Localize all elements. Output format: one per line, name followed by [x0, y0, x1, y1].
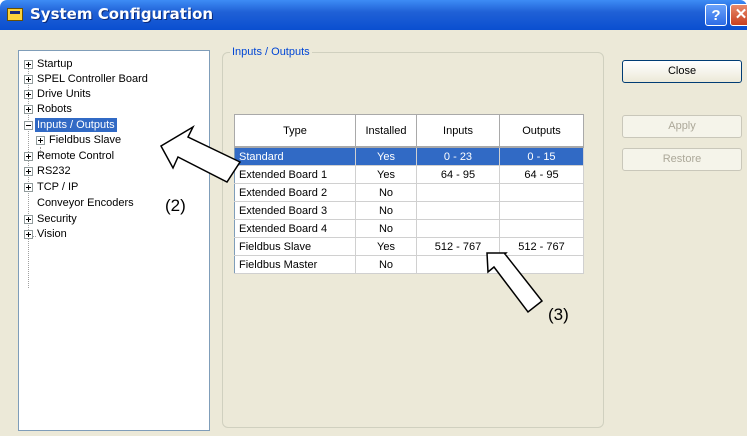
cell-inputs: 64 - 95	[416, 165, 500, 184]
cell-outputs: 64 - 95	[499, 165, 584, 184]
cell-type: Extended Board 4	[234, 219, 356, 238]
cell-installed: No	[355, 219, 417, 238]
tree-item-label: Fieldbus Slave	[49, 134, 122, 146]
cell-installed: No	[355, 201, 417, 220]
cell-type: Standard	[234, 147, 356, 166]
expand-icon[interactable]	[24, 183, 33, 192]
tree-item-label: Startup	[37, 58, 73, 70]
expand-icon[interactable]	[24, 167, 33, 176]
cell-outputs	[499, 219, 584, 238]
cell-installed: No	[355, 183, 417, 202]
expand-icon[interactable]	[24, 90, 33, 99]
tree-item-label: RS232	[37, 165, 71, 177]
cell-installed: Yes	[355, 237, 417, 256]
column-header-outputs[interactable]: Outputs	[499, 114, 584, 148]
callout-arrow-tree	[159, 125, 242, 183]
cell-inputs: 0 - 23	[416, 147, 500, 166]
table-row[interactable]: Extended Board 4 No	[234, 219, 584, 238]
help-button[interactable]: ?	[705, 4, 727, 26]
cell-outputs	[499, 183, 584, 202]
expand-icon[interactable]	[24, 75, 33, 84]
column-header-type[interactable]: Type	[234, 114, 356, 148]
cell-type: Extended Board 1	[234, 165, 356, 184]
group-title: Inputs / Outputs	[230, 46, 312, 58]
cell-inputs	[416, 201, 500, 220]
cell-installed: No	[355, 255, 417, 274]
tree-item-label: Drive Units	[37, 88, 91, 100]
table-header-row: Type Installed Inputs Outputs	[234, 114, 584, 148]
tree-item-label: TCP / IP	[37, 181, 79, 193]
table-row[interactable]: Extended Board 2 No	[234, 183, 584, 202]
cell-outputs: 0 - 15	[499, 147, 584, 166]
tree-item-label: Conveyor Encoders	[37, 197, 134, 209]
expand-icon[interactable]	[24, 215, 33, 224]
tree-item-label: Vision	[37, 228, 67, 240]
tree-item-label: Remote Control	[37, 150, 115, 162]
expand-icon[interactable]	[24, 105, 33, 114]
cell-type: Fieldbus Master	[234, 255, 356, 274]
app-icon	[7, 8, 23, 21]
callout-label-tree: (2)	[165, 196, 186, 215]
collapse-icon[interactable]	[24, 121, 33, 130]
cell-type: Extended Board 2	[234, 183, 356, 202]
window-title: System Configuration	[30, 5, 214, 23]
table-row[interactable]: Extended Board 1 Yes 64 - 95 64 - 95	[234, 165, 584, 184]
window-close-button[interactable]: ✕	[730, 4, 747, 26]
cell-installed: Yes	[355, 165, 417, 184]
expand-icon[interactable]	[36, 136, 45, 145]
cell-installed: Yes	[355, 147, 417, 166]
cell-outputs	[499, 201, 584, 220]
expand-icon[interactable]	[24, 152, 33, 161]
callout-label-table: (3)	[548, 305, 569, 324]
tree-item-label: Robots	[37, 103, 72, 115]
expand-icon[interactable]	[24, 60, 33, 69]
expand-icon[interactable]	[24, 230, 33, 239]
table-row[interactable]: Extended Board 3 No	[234, 201, 584, 220]
column-header-inputs[interactable]: Inputs	[416, 114, 500, 148]
cell-inputs	[416, 183, 500, 202]
table-row[interactable]: Standard Yes 0 - 23 0 - 15	[234, 147, 584, 166]
cell-inputs	[416, 219, 500, 238]
title-bar: System Configuration ? ✕	[0, 0, 747, 30]
column-header-installed[interactable]: Installed	[355, 114, 417, 148]
close-button[interactable]: Close	[622, 60, 742, 83]
tree-item-label: SPEL Controller Board	[37, 73, 148, 85]
config-tree[interactable]: Startup SPEL Controller Board Drive Unit…	[18, 50, 210, 431]
restore-button[interactable]: Restore	[622, 148, 742, 171]
cell-type: Fieldbus Slave	[234, 237, 356, 256]
cell-type: Extended Board 3	[234, 201, 356, 220]
tree-item-label: Security	[37, 213, 77, 225]
apply-button[interactable]: Apply	[622, 115, 742, 138]
callout-arrow-table	[486, 252, 544, 314]
tree-item-label: Inputs / Outputs	[35, 118, 117, 132]
